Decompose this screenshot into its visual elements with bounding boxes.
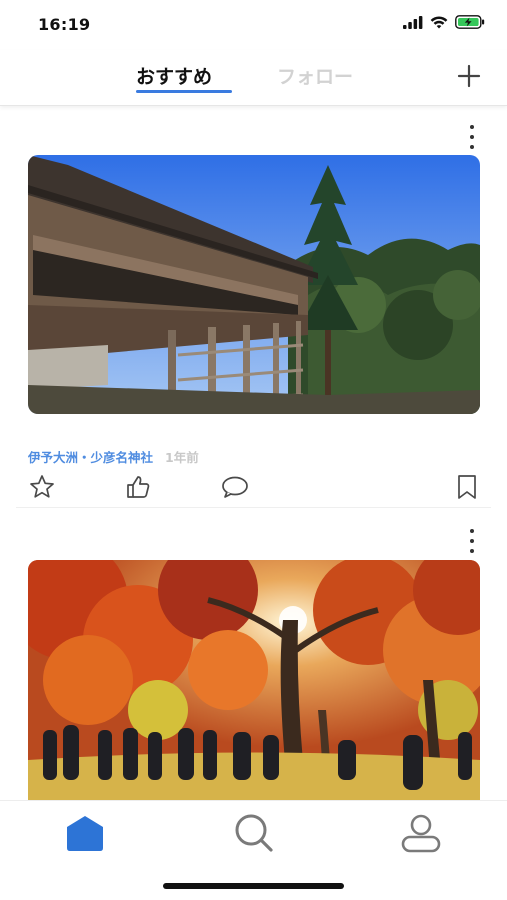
post-time-ago: 1年前	[165, 450, 199, 465]
wifi-icon	[430, 16, 448, 28]
post-actions	[0, 473, 507, 503]
active-tab-indicator	[136, 90, 232, 93]
comment-icon[interactable]	[221, 473, 249, 501]
top-header: おすすめ フォロー	[0, 50, 507, 106]
status-time: 16:19	[38, 15, 91, 34]
tab-following[interactable]: フォロー	[277, 62, 353, 89]
post-card	[0, 507, 507, 800]
thumbs-up-icon[interactable]	[124, 473, 152, 501]
feed[interactable]: 伊予大洲・少彦名神社 1年前	[0, 107, 507, 800]
post-card: 伊予大洲・少彦名神社 1年前	[0, 107, 507, 508]
home-indicator	[163, 883, 344, 889]
post-photo[interactable]	[28, 560, 480, 800]
plus-icon[interactable]	[457, 64, 481, 88]
tab-recommended[interactable]: おすすめ	[136, 62, 212, 89]
status-bar: 16:19	[0, 0, 507, 50]
post-meta: 伊予大洲・少彦名神社 1年前	[28, 447, 199, 466]
status-icons	[403, 15, 485, 29]
profile-icon[interactable]	[399, 811, 443, 855]
autumn-maple-trees-with-crowd-photo	[28, 560, 480, 800]
post-photo[interactable]	[28, 155, 480, 414]
battery-charging-icon	[455, 15, 485, 29]
signal-icon	[403, 15, 423, 29]
bookmark-icon[interactable]	[453, 473, 481, 501]
home-icon[interactable]	[63, 811, 107, 855]
more-options-icon[interactable]	[469, 125, 475, 149]
post-location-link[interactable]: 伊予大洲・少彦名神社	[28, 447, 153, 466]
temple-veranda-with-cedar-tree-photo	[28, 155, 480, 414]
star-icon[interactable]	[28, 473, 56, 501]
search-icon[interactable]	[231, 811, 275, 855]
more-options-icon[interactable]	[469, 529, 475, 553]
